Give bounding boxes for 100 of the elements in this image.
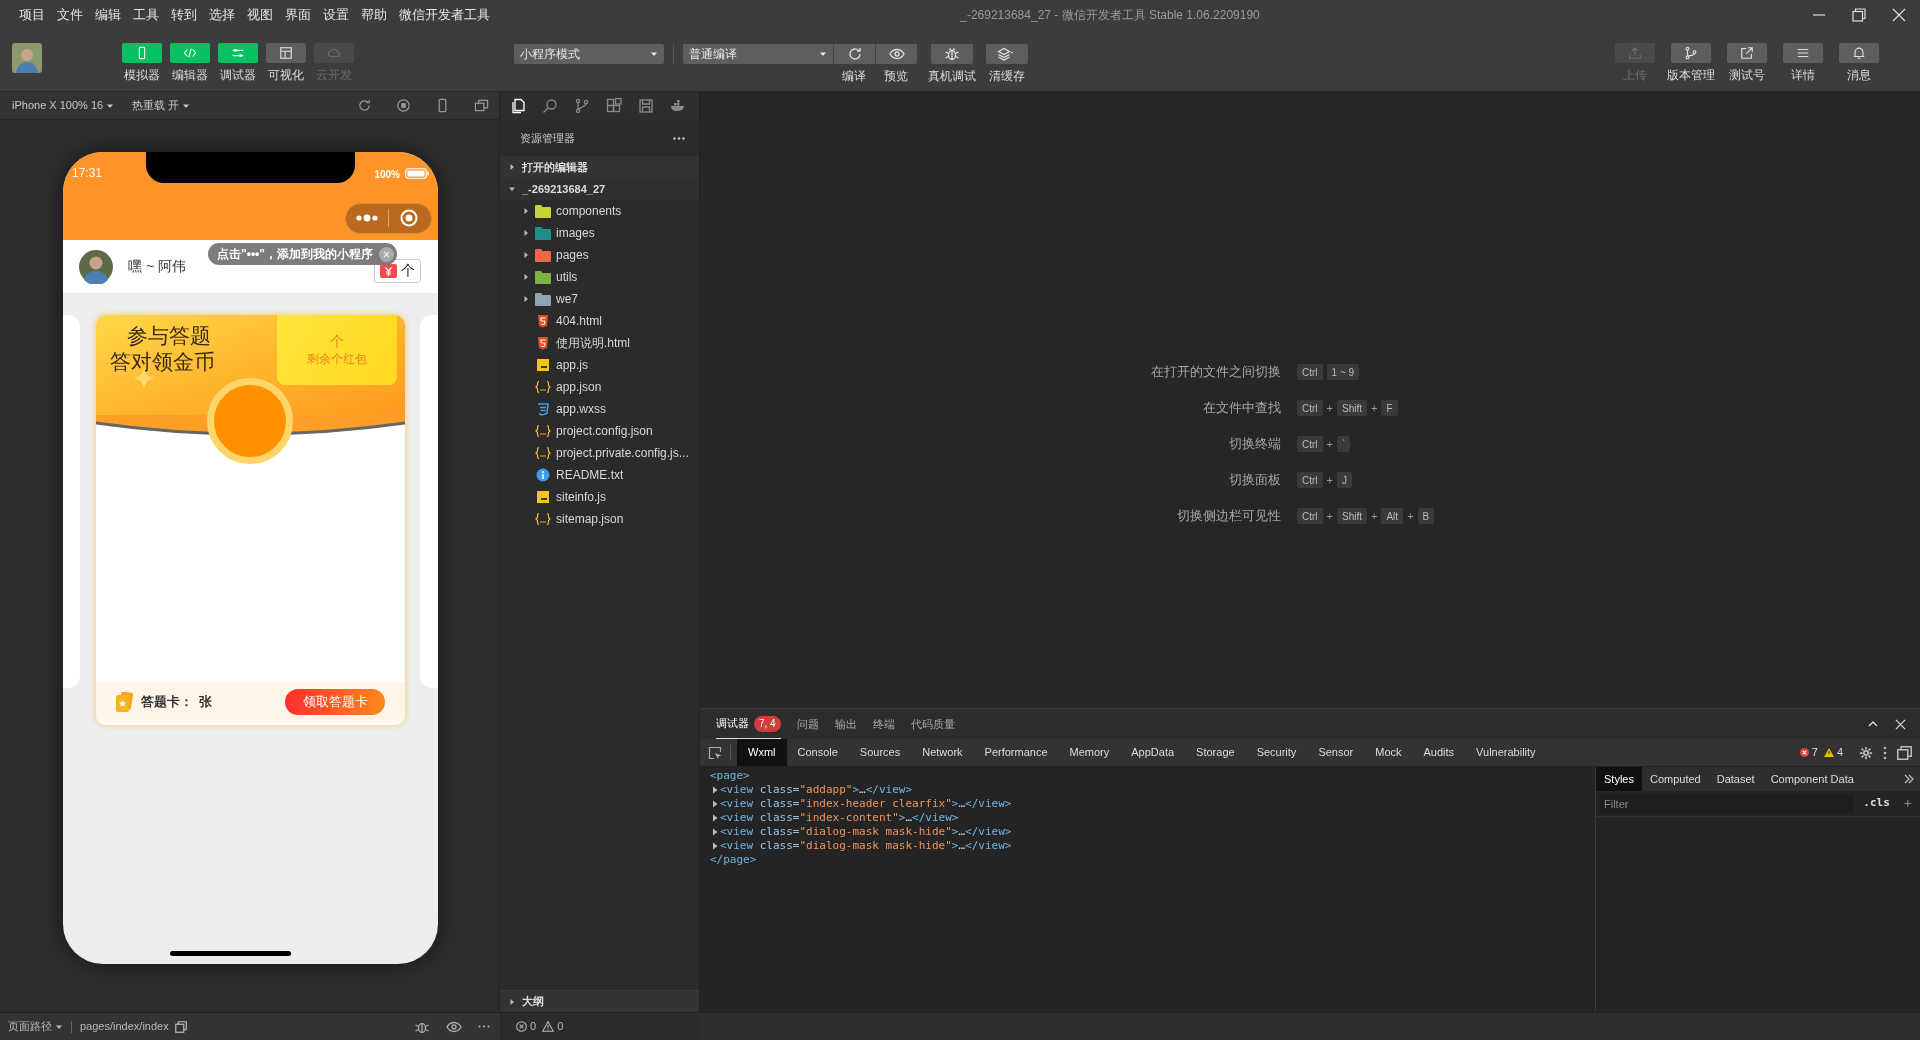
- devtools-tab[interactable]: Console: [786, 739, 849, 766]
- windows-icon[interactable]: [474, 98, 489, 113]
- menu-item[interactable]: 编辑: [90, 5, 126, 25]
- tree-item[interactable]: 404.html: [500, 310, 699, 332]
- styles-tab[interactable]: Dataset: [1708, 767, 1763, 791]
- panel-tab[interactable]: 终端: [872, 709, 895, 739]
- menu-item[interactable]: 工具: [128, 5, 164, 25]
- warning-count[interactable]: 0: [542, 1018, 564, 1035]
- toolbar-button[interactable]: [1727, 43, 1767, 63]
- devtools-tab[interactable]: Vulnerability: [1465, 739, 1547, 766]
- cls-toggle[interactable]: .cls: [1857, 795, 1896, 812]
- hot-reload-dropdown[interactable]: 热重载 开: [120, 97, 191, 114]
- capsule-button[interactable]: [345, 202, 432, 234]
- toolbar-button[interactable]: [986, 44, 1028, 64]
- settings-icon[interactable]: [1859, 745, 1873, 760]
- tree-item[interactable]: app.js: [500, 354, 699, 376]
- search-icon[interactable]: [542, 98, 558, 114]
- toolbar-button[interactable]: [1671, 43, 1711, 63]
- devtools-tab[interactable]: Mock: [1364, 739, 1413, 766]
- dock-icon[interactable]: [1897, 745, 1912, 760]
- page-path-dropdown[interactable]: 页面路径: [8, 1018, 63, 1035]
- devtools-tab[interactable]: AppData: [1120, 739, 1186, 766]
- code-line[interactable]: <view class="dialog-mask mask-hide">…</view>: [720, 839, 1012, 853]
- tree-item[interactable]: siteinfo.js: [500, 486, 699, 508]
- menu-item[interactable]: 界面: [280, 5, 316, 25]
- tree-section[interactable]: 打开的编辑器: [500, 156, 699, 178]
- error-count[interactable]: 0: [516, 1018, 537, 1035]
- tree-item[interactable]: utils: [500, 266, 699, 288]
- tree-item[interactable]: project.config.json: [500, 420, 699, 442]
- kebab-menu-icon[interactable]: [1883, 745, 1887, 760]
- copy-icon[interactable]: [174, 1020, 187, 1033]
- more-icon[interactable]: [356, 214, 378, 222]
- tree-item[interactable]: 使用说明.html: [500, 332, 699, 354]
- code-line[interactable]: <page>: [710, 769, 750, 783]
- menu-item[interactable]: 转到: [166, 5, 202, 25]
- add-rule-button[interactable]: +: [1899, 793, 1916, 814]
- toolbar-button[interactable]: [1839, 43, 1879, 63]
- tree-item[interactable]: app.wxss: [500, 398, 699, 420]
- menu-item[interactable]: 设置: [318, 5, 354, 25]
- error-count[interactable]: 7: [1799, 744, 1818, 761]
- panel-tab[interactable]: 问题: [796, 709, 819, 739]
- tree-item[interactable]: app.json: [500, 376, 699, 398]
- devtools-tab[interactable]: Sources: [848, 739, 912, 766]
- close-icon[interactable]: [1895, 718, 1906, 730]
- devtools-tab[interactable]: Memory: [1058, 739, 1121, 766]
- menu-item[interactable]: 文件: [52, 5, 88, 25]
- toolbar-button[interactable]: [1783, 43, 1823, 63]
- debugger-toggle[interactable]: [218, 43, 258, 63]
- double-chevron-icon[interactable]: [1904, 774, 1914, 784]
- more-icon[interactable]: [478, 1025, 490, 1028]
- refresh-icon[interactable]: [357, 98, 372, 113]
- devtools-tab[interactable]: Performance: [973, 739, 1059, 766]
- tree-item[interactable]: pages: [500, 244, 699, 266]
- code-line[interactable]: <view class="index-header clearfix">…</view>: [720, 797, 1012, 811]
- warning-count[interactable]: 4: [1823, 744, 1843, 761]
- styles-tab[interactable]: Component Data: [1762, 767, 1862, 791]
- code-line[interactable]: <view class="index-content">…</view>: [720, 811, 959, 825]
- devtools-tab[interactable]: Storage: [1185, 739, 1246, 766]
- compile-dropdown[interactable]: 普通编译: [683, 44, 833, 64]
- styles-tab[interactable]: Computed: [1641, 767, 1709, 791]
- devtools-tab[interactable]: Security: [1245, 739, 1308, 766]
- panel-tab[interactable]: 代码质量: [910, 709, 955, 739]
- device-dropdown[interactable]: iPhone X 100% 16: [0, 97, 120, 114]
- code-line[interactable]: <view class="addapp">…</view>: [720, 783, 913, 797]
- code-line[interactable]: </page>: [710, 853, 757, 867]
- devtools-tab[interactable]: Audits: [1412, 739, 1466, 766]
- extensions-icon[interactable]: [606, 98, 622, 114]
- filter-field[interactable]: Filter: [1600, 793, 1854, 814]
- tree-item[interactable]: components: [500, 200, 699, 222]
- toolbar-button[interactable]: [875, 44, 917, 64]
- tree-item[interactable]: README.txt: [500, 464, 699, 486]
- toolbar-button[interactable]: [931, 44, 973, 64]
- stop-icon[interactable]: [396, 98, 411, 113]
- target-icon[interactable]: [400, 209, 418, 227]
- tree-item[interactable]: sitemap.json: [500, 508, 699, 530]
- editor-toggle[interactable]: [170, 43, 210, 63]
- menu-item[interactable]: 项目: [14, 5, 50, 25]
- visual-toggle[interactable]: [266, 43, 306, 63]
- files-icon[interactable]: [510, 98, 526, 114]
- inspect-icon[interactable]: [708, 745, 722, 760]
- close-icon[interactable]: [1892, 8, 1906, 22]
- devtools-tab[interactable]: Wxml: [737, 739, 787, 766]
- styles-tab[interactable]: Styles: [1596, 767, 1642, 791]
- code-line[interactable]: <view class="dialog-mask mask-hide">…</view>: [720, 825, 1012, 839]
- devtools-tab[interactable]: Network: [911, 739, 974, 766]
- outline-section[interactable]: 大纲: [500, 991, 699, 1012]
- restore-icon[interactable]: [1852, 8, 1866, 22]
- branch-icon[interactable]: [574, 98, 590, 114]
- toolbar-button[interactable]: [833, 44, 875, 64]
- more-icon[interactable]: [673, 136, 685, 140]
- menu-item[interactable]: 帮助: [356, 5, 392, 25]
- menu-item[interactable]: 视图: [242, 5, 278, 25]
- disk-icon[interactable]: [638, 98, 654, 114]
- tree-item[interactable]: project.private.config.js...: [500, 442, 699, 464]
- mode-dropdown[interactable]: 小程序模式: [514, 44, 664, 64]
- tree-section[interactable]: _-269213684_27: [500, 178, 699, 200]
- whale-icon[interactable]: [670, 98, 686, 114]
- tree-item[interactable]: images: [500, 222, 699, 244]
- menu-item[interactable]: 选择: [204, 5, 240, 25]
- tree-item[interactable]: we7: [500, 288, 699, 310]
